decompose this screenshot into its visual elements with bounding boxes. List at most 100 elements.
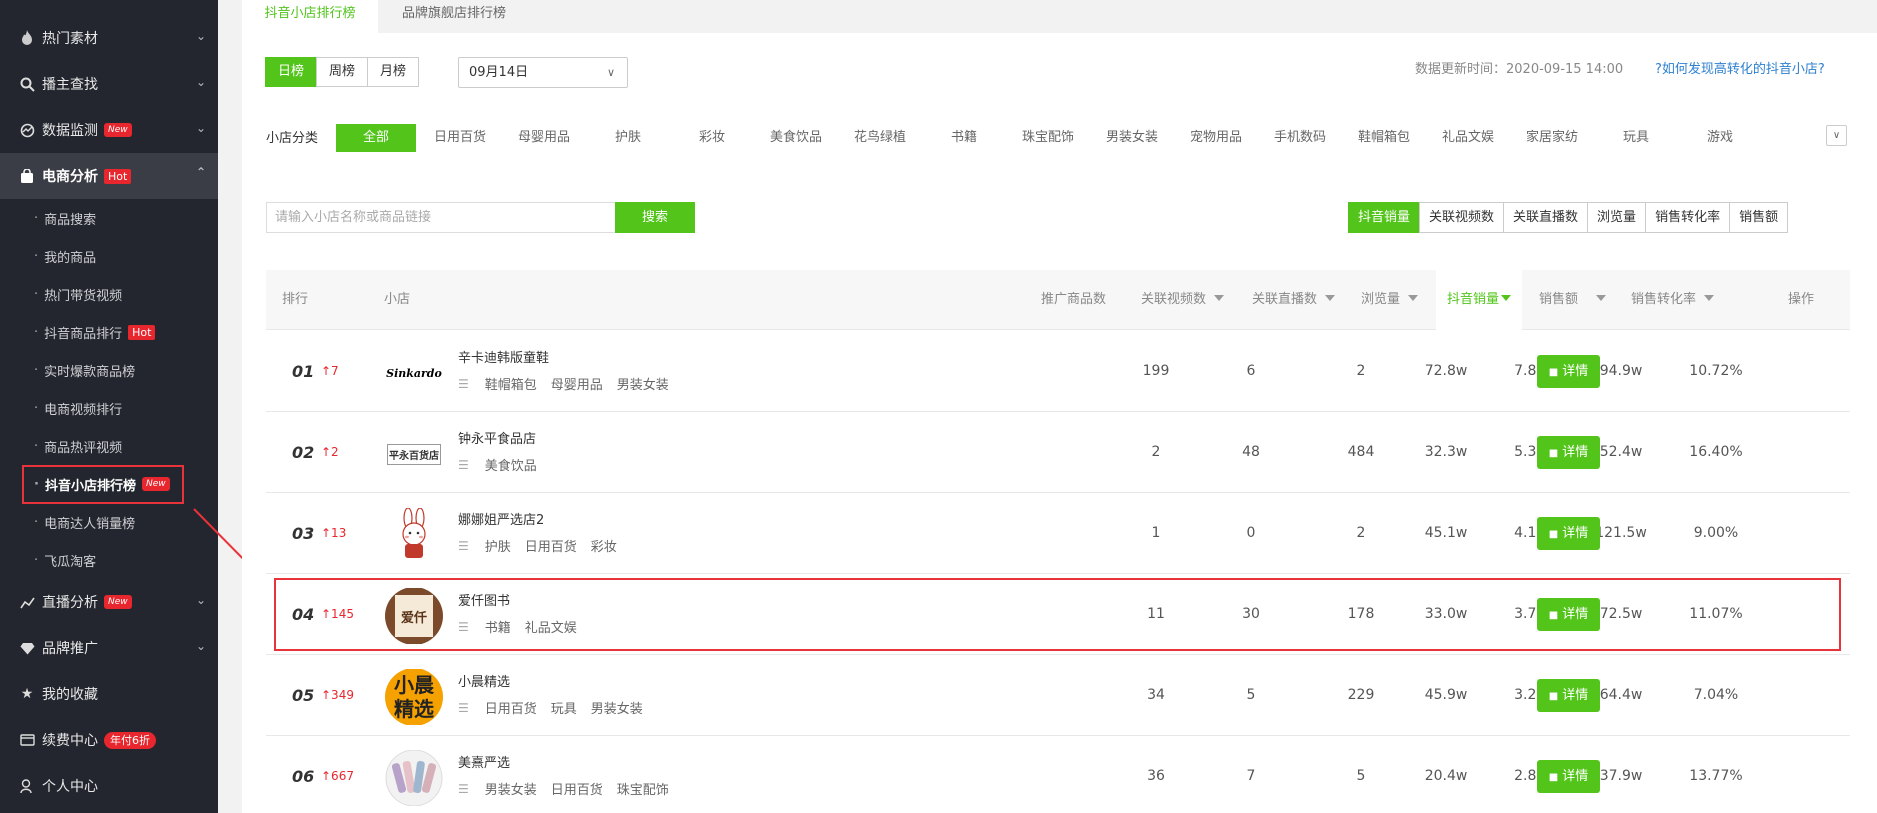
- category-item[interactable]: 游戏: [1688, 124, 1752, 152]
- category-item[interactable]: 鞋帽箱包: [1352, 124, 1416, 152]
- date-select[interactable]: 09月14日 ∨: [458, 57, 628, 88]
- card-icon: [18, 731, 36, 749]
- sidebar-item-anchor-search[interactable]: 播主查找 ⌄: [0, 61, 218, 107]
- category-item[interactable]: 宠物用品: [1184, 124, 1248, 152]
- cell-videos: 5: [1246, 687, 1256, 703]
- sidebar-sub-taoke[interactable]: · 飞瓜淘客: [0, 541, 218, 579]
- sidebar-item-renewal[interactable]: 续费中心 年付6折: [0, 717, 218, 763]
- col-revenue-sortable[interactable]: 销售额: [1539, 270, 1607, 330]
- category-item[interactable]: 男装女装: [1100, 124, 1164, 152]
- bag-icon: ■: [1548, 529, 1559, 540]
- sidebar-item-brand-promo[interactable]: 品牌推广 ⌄: [0, 625, 218, 671]
- sidebar-item-profile[interactable]: 个人中心: [0, 763, 218, 809]
- period-day-button[interactable]: 日榜: [265, 57, 318, 87]
- sort-views-button[interactable]: 浏览量: [1587, 202, 1647, 233]
- sort-conversion-button[interactable]: 销售转化率: [1645, 202, 1731, 233]
- shop-name[interactable]: 美熹严选: [458, 752, 510, 771]
- rank-change: ↑349: [321, 688, 354, 702]
- cell-views: 45.9w: [1424, 687, 1468, 703]
- category-item[interactable]: 手机数码: [1268, 124, 1332, 152]
- tab-bar: 抖音小店排行榜 品牌旗舰店排行榜: [242, 0, 1877, 33]
- star-icon: ★: [20, 686, 34, 702]
- detail-button[interactable]: ■ 详情: [1537, 517, 1600, 550]
- category-item[interactable]: 护肤: [596, 124, 660, 152]
- sidebar-item-ecommerce[interactable]: 电商分析 Hot ⌃: [0, 153, 218, 199]
- detail-label: 详情: [1562, 688, 1589, 703]
- category-item[interactable]: 礼品文娱: [1436, 124, 1500, 152]
- sidebar-item-label: 直播分析: [42, 595, 98, 611]
- sidebar-sub-my-products[interactable]: · 我的商品: [0, 237, 218, 275]
- col-conversion-sortable[interactable]: 销售转化率: [1631, 270, 1715, 330]
- sidebar-item-top-partial[interactable]: [0, 0, 218, 6]
- sidebar-sub-product-rank[interactable]: · 抖音商品排行 Hot: [0, 313, 218, 351]
- col-videos-sortable[interactable]: 关联视频数: [1141, 270, 1225, 330]
- shop-tags: ☰ 日用百货 玩具 男装女装: [458, 698, 657, 718]
- shop-tag: 鞋帽箱包: [484, 378, 537, 393]
- category-item[interactable]: 彩妆: [680, 124, 744, 152]
- help-link[interactable]: ?如何发现高转化的抖音小店?: [1655, 58, 1825, 77]
- cell-views: 32.3w: [1424, 444, 1468, 460]
- shop-name[interactable]: 钟永平食品店: [458, 428, 536, 447]
- period-week-button[interactable]: 周榜: [316, 57, 369, 87]
- search-input[interactable]: [266, 202, 616, 233]
- category-item[interactable]: 珠宝配饰: [1016, 124, 1080, 152]
- sidebar-sub-influencer-sales[interactable]: · 电商达人销量榜: [0, 503, 218, 541]
- col-action: 操作: [1788, 292, 1815, 307]
- detail-button[interactable]: ■ 详情: [1537, 760, 1600, 793]
- sidebar-sub-realtime-hot[interactable]: · 实时爆款商品榜: [0, 351, 218, 389]
- sidebar-item-data-monitor[interactable]: 数据监测 New ⌄: [0, 107, 218, 153]
- category-item[interactable]: 日用百货: [428, 124, 492, 152]
- sort-revenue-button[interactable]: 销售额: [1729, 202, 1789, 233]
- tab-douyin-shop-rank[interactable]: 抖音小店排行榜: [242, 0, 378, 33]
- sort-arrow-icon: [1408, 295, 1419, 301]
- shop-tag: 男装女装: [590, 702, 643, 717]
- chevron-down-icon: ⌄: [195, 29, 206, 43]
- col-views-sortable[interactable]: 浏览量: [1361, 270, 1419, 330]
- category-all[interactable]: 全部: [336, 124, 416, 152]
- shop-tags: ☰ 男装女装 日用百货 珠宝配饰: [458, 779, 683, 799]
- highlight-box: [274, 578, 1841, 651]
- detail-label: 详情: [1562, 364, 1589, 379]
- detail-button[interactable]: ■ 详情: [1537, 679, 1600, 712]
- shop-logo: 小晨精选: [384, 669, 444, 725]
- category-item[interactable]: 花鸟绿植: [848, 124, 912, 152]
- category-item[interactable]: 母婴用品: [512, 124, 576, 152]
- sidebar-item-label: 数据监测: [42, 123, 98, 139]
- category-item[interactable]: 家居家纺: [1520, 124, 1584, 152]
- sidebar-sub-hot-videos[interactable]: · 热门带货视频: [0, 275, 218, 313]
- detail-label: 详情: [1562, 769, 1589, 784]
- search-button[interactable]: 搜索: [615, 202, 695, 233]
- discount-badge: 年付6折: [104, 731, 156, 749]
- col-lives-sortable[interactable]: 关联直播数: [1252, 270, 1336, 330]
- shop-name[interactable]: 辛卡迪韩版童鞋: [458, 347, 549, 366]
- sidebar-sub-hot-comments[interactable]: · 商品热评视频: [0, 427, 218, 465]
- shop-name[interactable]: 娜娜姐严选店2: [458, 509, 544, 528]
- tab-brand-store-rank[interactable]: 品牌旗舰店排行榜: [378, 0, 530, 33]
- period-month-button[interactable]: 月榜: [367, 57, 420, 87]
- sidebar-item-favorites[interactable]: ★ 我的收藏: [0, 671, 218, 717]
- sidebar-sub-product-search[interactable]: · 商品搜索: [0, 199, 218, 237]
- col-sales-sortable[interactable]: 抖音销量: [1436, 270, 1522, 330]
- list-icon: ☰: [458, 457, 469, 472]
- detail-button[interactable]: ■ 详情: [1537, 355, 1600, 388]
- shop-name[interactable]: 小晨精选: [458, 671, 510, 690]
- sidebar-item-live-analysis[interactable]: 直播分析 New ⌄: [0, 579, 218, 625]
- cell-lives: 2: [1356, 525, 1366, 541]
- sidebar-item-label: 热门素材: [42, 31, 98, 47]
- sidebar-item-hot-material[interactable]: 热门素材 ⌄: [0, 15, 218, 61]
- expand-categories-button[interactable]: ∨: [1826, 125, 1847, 146]
- sidebar-sub-video-rank[interactable]: · 电商视频排行: [0, 389, 218, 427]
- shop-tag: 美食饮品: [484, 459, 537, 474]
- detail-button[interactable]: ■ 详情: [1537, 436, 1600, 469]
- sort-lives-button[interactable]: 关联直播数: [1503, 202, 1589, 233]
- category-item[interactable]: 美食饮品: [764, 124, 828, 152]
- sort-sales-button[interactable]: 抖音销量: [1348, 202, 1421, 233]
- bag-icon: ■: [1548, 772, 1559, 783]
- sidebar-sub-label: 飞瓜淘客: [44, 554, 97, 570]
- cell-lives: 484: [1347, 444, 1375, 460]
- category-item[interactable]: 玩具: [1604, 124, 1668, 152]
- category-item[interactable]: 书籍: [932, 124, 996, 152]
- cell-products: 2: [1151, 444, 1161, 460]
- sort-videos-button[interactable]: 关联视频数: [1419, 202, 1505, 233]
- hot-badge: Hot: [104, 168, 132, 184]
